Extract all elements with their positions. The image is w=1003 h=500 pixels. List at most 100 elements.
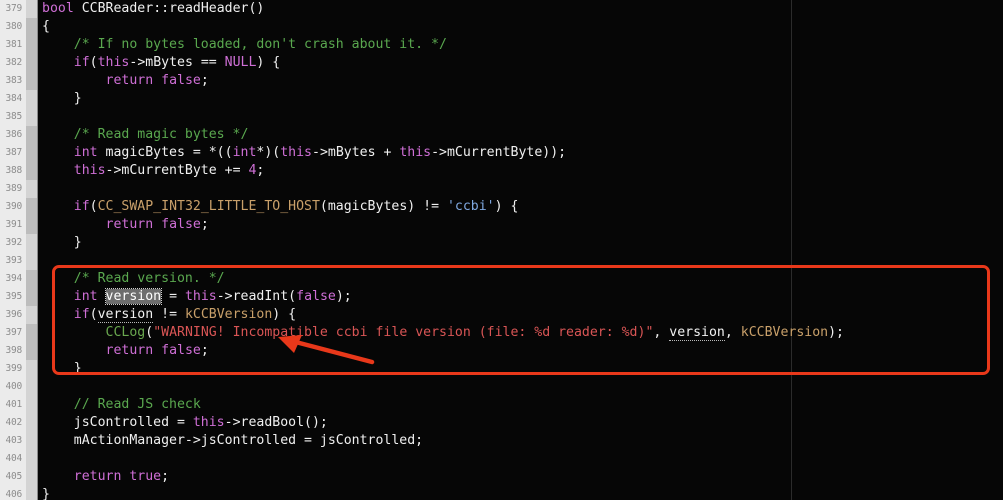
code-editor[interactable]: 379 380 381 382 383 384 385 386 387 388 389 390 391 3… (0, 0, 1003, 500)
code-line[interactable]: return false; (38, 342, 209, 360)
code-line[interactable]: if(CC_SWAP_INT32_LITTLE_TO_HOST(magicByt… (38, 198, 519, 216)
line-number[interactable]: 392 (0, 234, 22, 252)
keyword-token: this (184, 289, 217, 304)
code-token: , (724, 325, 741, 340)
code-line[interactable]: jsControlled = this->readBool(); (38, 414, 328, 432)
code-line[interactable]: } (38, 90, 82, 108)
code-line[interactable]: if(this->mBytes == NULL) { (38, 54, 280, 72)
fold-segment[interactable] (26, 198, 37, 234)
keyword-token: if (73, 55, 90, 70)
code-line[interactable] (38, 450, 42, 468)
code-token: ->readInt( (216, 289, 297, 304)
line-number[interactable]: 396 (0, 306, 22, 324)
code-token: ; (200, 217, 209, 232)
keyword-token: false (161, 73, 201, 88)
code-line[interactable]: /* Read version. */ (38, 270, 225, 288)
code-fold-strip[interactable] (26, 0, 37, 500)
code-token: != (153, 307, 185, 322)
line-number[interactable]: 388 (0, 162, 22, 180)
code-line[interactable]: } (38, 486, 50, 500)
line-number[interactable]: 390 (0, 198, 22, 216)
fold-segment[interactable] (26, 324, 37, 360)
line-number[interactable]: 397 (0, 324, 22, 342)
fold-segment[interactable] (26, 126, 37, 180)
line-number[interactable]: 402 (0, 414, 22, 432)
code-line[interactable]: /* If no bytes loaded, don't crash about… (38, 36, 447, 54)
line-number[interactable]: 393 (0, 252, 22, 270)
line-number[interactable]: 386 (0, 126, 22, 144)
line-number[interactable]: 401 (0, 396, 22, 414)
code-line[interactable] (38, 180, 42, 198)
code-token: ->readBool(); (224, 415, 328, 430)
keyword-token: true (129, 469, 162, 484)
code-line[interactable]: this->mCurrentByte += 4; (38, 162, 265, 180)
line-number[interactable]: 379 (0, 0, 22, 18)
code-token: } (42, 487, 50, 500)
code-line[interactable]: int magicBytes = *((int*)(this->mBytes +… (38, 144, 566, 162)
keyword-token: return (105, 73, 154, 88)
line-number[interactable]: 405 (0, 468, 22, 486)
line-number[interactable]: 383 (0, 72, 22, 90)
line-number[interactable]: 403 (0, 432, 22, 450)
fold-segment[interactable] (26, 270, 37, 306)
code-line[interactable]: bool CCBReader::readHeader() (38, 0, 264, 18)
code-line[interactable]: /* Read magic bytes */ (38, 126, 249, 144)
line-number[interactable]: 384 (0, 90, 22, 108)
line-number[interactable]: 400 (0, 378, 22, 396)
code-line[interactable] (38, 378, 42, 396)
code-line[interactable] (38, 108, 42, 126)
code-token: mActionManager->jsControlled = jsControl… (73, 433, 424, 448)
code-token: *)( (256, 145, 281, 160)
code-content-area[interactable]: bool CCBReader::readHeader(){ /* If no b… (38, 0, 1003, 500)
line-number[interactable]: 389 (0, 180, 22, 198)
keyword-token: return (105, 343, 154, 358)
fold-segment[interactable] (26, 18, 37, 90)
code-token: ; (161, 469, 170, 484)
code-token: ) { (272, 307, 297, 322)
code-line[interactable]: // Read JS check (38, 396, 201, 414)
code-line[interactable]: { (38, 18, 50, 36)
code-token: (magicBytes) != (319, 199, 447, 214)
line-number[interactable]: 395 (0, 288, 22, 306)
code-line[interactable]: CCLog("WARNING! Incompatible ccbi file v… (38, 324, 844, 342)
keyword-token: if (73, 199, 90, 214)
line-number[interactable]: 399 (0, 360, 22, 378)
code-line[interactable]: return true; (38, 468, 169, 486)
line-number[interactable]: 387 (0, 144, 22, 162)
column-ruler-line (791, 0, 792, 500)
keyword-token: this (280, 145, 312, 160)
code-token: CCLog (105, 325, 146, 340)
code-line[interactable]: } (38, 234, 82, 252)
line-number[interactable]: 381 (0, 36, 22, 54)
code-line[interactable]: if(version != kCCBVersion) { (38, 306, 296, 324)
line-number[interactable]: 380 (0, 18, 22, 36)
line-number[interactable]: 385 (0, 108, 22, 126)
code-line[interactable]: int version = this->readInt(false); (38, 288, 352, 306)
line-number[interactable]: 406 (0, 486, 22, 500)
line-number[interactable]: 394 (0, 270, 22, 288)
code-token: = (161, 289, 185, 304)
line-number[interactable]: 382 (0, 54, 22, 72)
code-line[interactable]: return false; (38, 216, 209, 234)
code-line[interactable]: mActionManager->jsControlled = jsControl… (38, 432, 423, 450)
line-number[interactable]: 391 (0, 216, 22, 234)
line-number-gutter[interactable]: 379 380 381 382 383 384 385 386 387 388 389 390 391 3… (0, 0, 26, 500)
code-line[interactable]: return false; (38, 72, 209, 90)
code-token: CC_SWAP_INT32_LITTLE_TO_HOST (97, 199, 320, 214)
code-token: ; (200, 343, 209, 358)
line-number[interactable]: 404 (0, 450, 22, 468)
code-token: , (653, 325, 670, 340)
line-number[interactable]: 398 (0, 342, 22, 360)
code-line[interactable] (38, 252, 42, 270)
code-token: ); (335, 289, 352, 304)
code-line[interactable]: } (38, 360, 82, 378)
